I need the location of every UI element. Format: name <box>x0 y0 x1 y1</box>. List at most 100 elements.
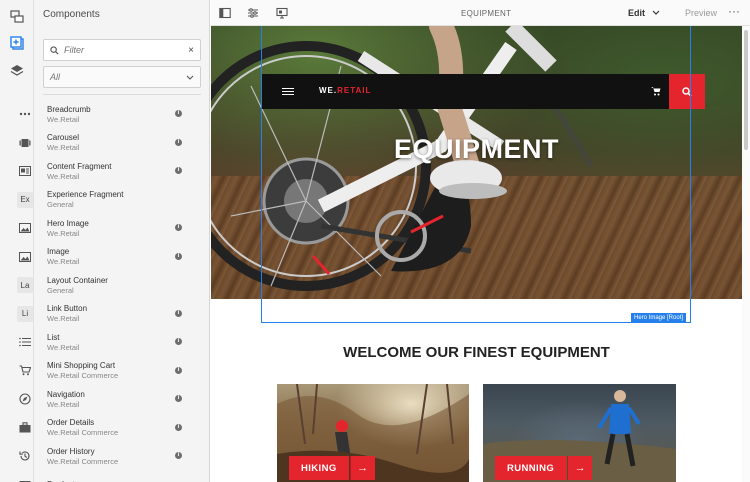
component-group: General <box>47 285 74 295</box>
emulator-icon[interactable] <box>275 6 289 20</box>
component-item[interactable]: Navigation We.Retail i <box>9 385 189 414</box>
selected-component-label[interactable]: Hero Image [Root] <box>631 313 687 323</box>
component-item[interactable]: Image We.Retail i <box>9 243 189 272</box>
chevron-down-icon[interactable] <box>652 8 660 17</box>
image-icon <box>17 249 33 265</box>
component-group: We.Retail <box>47 257 80 267</box>
info-icon[interactable]: i <box>175 309 182 317</box>
component-group: We.Retail Commerce <box>47 456 119 466</box>
component-item[interactable]: Order History We.Retail Commerce i <box>9 442 189 471</box>
component-text: Experience Fragment General <box>47 190 123 209</box>
category-card-hiking[interactable]: HIKING → <box>277 384 469 482</box>
component-item[interactable]: Order Details We.Retail Commerce i <box>9 414 189 443</box>
component-group: We.Retail <box>47 114 80 124</box>
component-name: Navigation <box>47 389 85 399</box>
component-text: Hero Image We.Retail <box>47 219 89 238</box>
layers-icon[interactable] <box>0 56 34 86</box>
info-icon[interactable]: i <box>175 452 182 459</box>
clear-filter-icon[interactable]: × <box>188 45 194 56</box>
component-item[interactable]: List We.Retail i <box>9 328 189 357</box>
component-text: Order History We.Retail Commerce <box>47 447 118 466</box>
component-text: Carousel We.Retail <box>47 133 79 152</box>
component-name: Layout Container <box>47 275 108 285</box>
component-group: We.Retail <box>47 399 80 409</box>
toggle-side-panel-icon[interactable] <box>218 6 232 20</box>
component-item[interactable]: Li Link Button We.Retail i <box>9 300 189 329</box>
filter-field[interactable]: × <box>43 39 201 61</box>
mode-selector[interactable]: Edit <box>628 8 645 18</box>
info-icon[interactable]: i <box>175 224 182 231</box>
component-name: List <box>47 332 60 342</box>
editor-toolbar: EQUIPMENT Edit Preview ··· <box>211 0 750 26</box>
group-select[interactable]: All <box>43 66 201 88</box>
component-name: Carousel <box>47 133 80 143</box>
component-item[interactable]: Content Fragment We.Retail i <box>9 157 189 186</box>
page-title: EQUIPMENT <box>461 9 512 18</box>
image-icon <box>17 220 33 236</box>
info-icon[interactable]: i <box>175 167 182 174</box>
page-properties-icon[interactable] <box>246 6 260 20</box>
info-icon[interactable]: i <box>175 138 182 146</box>
component-item[interactable]: Breadcrumb We.Retail i <box>9 100 189 129</box>
component-text: Link Button We.Retail <box>47 304 87 323</box>
component-item[interactable]: Product <box>9 471 189 482</box>
more-options-icon[interactable]: ··· <box>728 4 740 18</box>
running-button[interactable]: RUNNING → <box>495 456 593 480</box>
component-badge: La <box>17 277 33 294</box>
history-icon <box>17 448 33 464</box>
info-icon[interactable]: i <box>175 338 182 345</box>
component-group: General <box>47 200 74 210</box>
component-item[interactable]: Ex Experience Fragment General <box>9 186 189 215</box>
page-canvas: WE.RETAIL EQUIPMENT Hero Image [Root] WE… <box>211 26 742 482</box>
component-badge: Ex <box>17 191 33 208</box>
divider <box>43 94 201 95</box>
component-text: List We.Retail <box>47 333 79 352</box>
component-item[interactable]: La Layout Container General <box>9 271 189 300</box>
component-name: Hero Image <box>47 218 89 228</box>
component-text: Breadcrumb We.Retail <box>47 105 91 124</box>
component-name: Mini Shopping Cart <box>47 361 116 371</box>
info-icon[interactable]: i <box>175 395 182 402</box>
component-name: Content Fragment <box>47 161 112 171</box>
category-card-running[interactable]: RUNNING → <box>483 384 676 482</box>
canvas-scrollbar-thumb[interactable] <box>744 30 748 150</box>
components-tab-icon[interactable] <box>0 28 34 58</box>
info-icon[interactable]: i <box>175 110 182 117</box>
more-horizontal-icon <box>17 106 33 122</box>
component-group: We.Retail <box>47 342 80 352</box>
hiking-button[interactable]: HIKING → <box>289 456 375 480</box>
filter-input[interactable] <box>64 45 174 55</box>
preview-button[interactable]: Preview <box>685 8 717 18</box>
component-name: Order Details <box>47 418 95 428</box>
list-icon <box>17 334 33 350</box>
component-list: Breadcrumb We.Retail i Carousel We.Retail i Co… <box>9 100 189 482</box>
component-text: Order Details We.Retail Commerce <box>47 418 118 437</box>
info-icon[interactable]: i <box>175 366 182 374</box>
component-badge: Li <box>17 305 33 322</box>
canvas-scrollbar[interactable] <box>742 26 750 482</box>
cart-icon <box>17 363 33 379</box>
briefcase-icon <box>17 420 33 436</box>
info-icon[interactable]: i <box>175 423 182 431</box>
component-text: Image We.Retail <box>47 247 79 266</box>
chevron-down-icon <box>186 75 194 80</box>
component-item[interactable]: Hero Image We.Retail i <box>9 214 189 243</box>
panel-title: Components <box>43 9 100 20</box>
component-name: Order History <box>47 446 95 456</box>
component-text: Content Fragment We.Retail <box>47 162 111 181</box>
content-fragment-icon <box>17 163 33 179</box>
component-item[interactable]: Carousel We.Retail i <box>9 129 189 158</box>
compass-icon <box>17 391 33 407</box>
section-heading: WELCOME OUR FINEST EQUIPMENT <box>343 344 610 361</box>
component-item[interactable]: Mini Shopping Cart We.Retail Commerce i <box>9 357 189 386</box>
component-name: Experience Fragment <box>47 190 124 200</box>
carousel-icon <box>17 135 33 151</box>
info-icon[interactable]: i <box>175 252 182 260</box>
component-group: We.Retail <box>47 171 80 181</box>
component-group: We.Retail <box>47 143 80 153</box>
component-group: We.Retail Commerce <box>47 371 119 381</box>
component-text: Layout Container General <box>47 276 108 295</box>
selected-component-outline[interactable] <box>261 26 691 323</box>
component-text: Mini Shopping Cart We.Retail Commerce <box>47 361 118 380</box>
component-group: We.Retail <box>47 228 80 238</box>
